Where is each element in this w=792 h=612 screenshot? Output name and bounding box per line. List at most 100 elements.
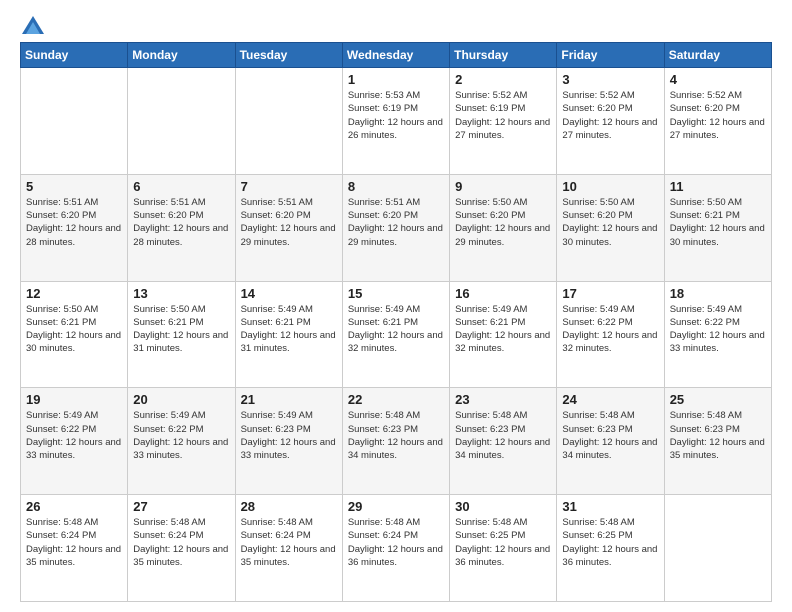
day-number: 22 [348,392,444,407]
day-info: Sunrise: 5:51 AM Sunset: 6:20 PM Dayligh… [26,196,122,249]
day-info: Sunrise: 5:48 AM Sunset: 6:24 PM Dayligh… [348,516,444,569]
calendar-week-2: 5 Sunrise: 5:51 AM Sunset: 6:20 PM Daylig… [21,174,772,281]
day-info: Sunrise: 5:48 AM Sunset: 6:24 PM Dayligh… [133,516,229,569]
weekday-header-saturday: Saturday [664,43,771,68]
calendar-cell [21,68,128,175]
day-info: Sunrise: 5:52 AM Sunset: 6:20 PM Dayligh… [562,89,658,142]
calendar-cell [664,495,771,602]
calendar-week-1: 1 Sunrise: 5:53 AM Sunset: 6:19 PM Daylig… [21,68,772,175]
day-info: Sunrise: 5:49 AM Sunset: 6:21 PM Dayligh… [241,303,337,356]
calendar-cell: 26 Sunrise: 5:48 AM Sunset: 6:24 PM Dayli… [21,495,128,602]
day-info: Sunrise: 5:50 AM Sunset: 6:21 PM Dayligh… [670,196,766,249]
calendar-cell: 27 Sunrise: 5:48 AM Sunset: 6:24 PM Dayli… [128,495,235,602]
day-info: Sunrise: 5:50 AM Sunset: 6:20 PM Dayligh… [455,196,551,249]
day-number: 2 [455,72,551,87]
day-number: 26 [26,499,122,514]
calendar-cell: 14 Sunrise: 5:49 AM Sunset: 6:21 PM Dayli… [235,281,342,388]
day-info: Sunrise: 5:49 AM Sunset: 6:22 PM Dayligh… [133,409,229,462]
calendar-table: SundayMondayTuesdayWednesdayThursdayFrid… [20,42,772,602]
day-number: 31 [562,499,658,514]
day-number: 23 [455,392,551,407]
calendar-cell: 18Sunrise: 5:49 AM Sunset: 6:22 PM Dayli… [664,281,771,388]
day-number: 1 [348,72,444,87]
calendar-cell: 17 Sunrise: 5:49 AM Sunset: 6:22 PM Dayli… [557,281,664,388]
calendar-header-row: SundayMondayTuesdayWednesdayThursdayFrid… [21,43,772,68]
day-info: Sunrise: 5:50 AM Sunset: 6:21 PM Dayligh… [26,303,122,356]
calendar-cell: 29 Sunrise: 5:48 AM Sunset: 6:24 PM Dayli… [342,495,449,602]
day-info: Sunrise: 5:49 AM Sunset: 6:22 PM Dayligh… [562,303,658,356]
day-number: 3 [562,72,658,87]
day-number: 4 [670,72,766,87]
day-number: 12 [26,286,122,301]
day-info: Sunrise: 5:51 AM Sunset: 6:20 PM Dayligh… [241,196,337,249]
day-info: Sunrise: 5:48 AM Sunset: 6:23 PM Dayligh… [670,409,766,462]
calendar-cell: 30Sunrise: 5:48 AM Sunset: 6:25 PM Dayli… [450,495,557,602]
calendar-cell: 1 Sunrise: 5:53 AM Sunset: 6:19 PM Daylig… [342,68,449,175]
logo-icon [22,16,44,34]
day-number: 28 [241,499,337,514]
day-info: Sunrise: 5:49 AM Sunset: 6:21 PM Dayligh… [348,303,444,356]
day-info: Sunrise: 5:51 AM Sunset: 6:20 PM Dayligh… [348,196,444,249]
calendar-week-5: 26 Sunrise: 5:48 AM Sunset: 6:24 PM Dayli… [21,495,772,602]
calendar-cell: 5 Sunrise: 5:51 AM Sunset: 6:20 PM Daylig… [21,174,128,281]
calendar-cell: 22 Sunrise: 5:48 AM Sunset: 6:23 PM Dayli… [342,388,449,495]
calendar-cell: 23Sunrise: 5:48 AM Sunset: 6:23 PM Dayli… [450,388,557,495]
calendar-cell: 24Sunrise: 5:48 AM Sunset: 6:23 PM Dayli… [557,388,664,495]
calendar-cell: 6 Sunrise: 5:51 AM Sunset: 6:20 PM Daylig… [128,174,235,281]
day-number: 9 [455,179,551,194]
weekday-header-wednesday: Wednesday [342,43,449,68]
calendar-cell: 7 Sunrise: 5:51 AM Sunset: 6:20 PM Daylig… [235,174,342,281]
calendar-cell: 13 Sunrise: 5:50 AM Sunset: 6:21 PM Dayli… [128,281,235,388]
day-number: 14 [241,286,337,301]
calendar-week-4: 19Sunrise: 5:49 AM Sunset: 6:22 PM Dayli… [21,388,772,495]
calendar-cell: 31 Sunrise: 5:48 AM Sunset: 6:25 PM Dayli… [557,495,664,602]
weekday-header-monday: Monday [128,43,235,68]
day-info: Sunrise: 5:48 AM Sunset: 6:25 PM Dayligh… [562,516,658,569]
day-number: 13 [133,286,229,301]
calendar-cell: 28Sunrise: 5:48 AM Sunset: 6:24 PM Dayli… [235,495,342,602]
logo [20,16,44,34]
weekday-header-sunday: Sunday [21,43,128,68]
calendar-week-3: 12 Sunrise: 5:50 AM Sunset: 6:21 PM Dayli… [21,281,772,388]
calendar-cell [235,68,342,175]
day-info: Sunrise: 5:49 AM Sunset: 6:21 PM Dayligh… [455,303,551,356]
day-number: 21 [241,392,337,407]
calendar-cell: 10 Sunrise: 5:50 AM Sunset: 6:20 PM Dayli… [557,174,664,281]
day-info: Sunrise: 5:52 AM Sunset: 6:20 PM Dayligh… [670,89,766,142]
day-number: 30 [455,499,551,514]
calendar-cell: 25 Sunrise: 5:48 AM Sunset: 6:23 PM Dayli… [664,388,771,495]
day-number: 27 [133,499,229,514]
calendar-cell: 4 Sunrise: 5:52 AM Sunset: 6:20 PM Daylig… [664,68,771,175]
calendar-cell: 2 Sunrise: 5:52 AM Sunset: 6:19 PM Daylig… [450,68,557,175]
calendar-cell: 11 Sunrise: 5:50 AM Sunset: 6:21 PM Dayli… [664,174,771,281]
day-number: 11 [670,179,766,194]
calendar-cell: 15 Sunrise: 5:49 AM Sunset: 6:21 PM Dayli… [342,281,449,388]
day-info: Sunrise: 5:51 AM Sunset: 6:20 PM Dayligh… [133,196,229,249]
day-info: Sunrise: 5:50 AM Sunset: 6:21 PM Dayligh… [133,303,229,356]
day-number: 15 [348,286,444,301]
day-number: 10 [562,179,658,194]
day-number: 5 [26,179,122,194]
day-number: 29 [348,499,444,514]
calendar-cell: 3 Sunrise: 5:52 AM Sunset: 6:20 PM Daylig… [557,68,664,175]
day-info: Sunrise: 5:52 AM Sunset: 6:19 PM Dayligh… [455,89,551,142]
day-number: 25 [670,392,766,407]
calendar-cell [128,68,235,175]
day-info: Sunrise: 5:48 AM Sunset: 6:24 PM Dayligh… [26,516,122,569]
day-info: Sunrise: 5:53 AM Sunset: 6:19 PM Dayligh… [348,89,444,142]
day-info: Sunrise: 5:48 AM Sunset: 6:23 PM Dayligh… [562,409,658,462]
day-number: 8 [348,179,444,194]
calendar-cell: 9 Sunrise: 5:50 AM Sunset: 6:20 PM Daylig… [450,174,557,281]
weekday-header-friday: Friday [557,43,664,68]
day-info: Sunrise: 5:48 AM Sunset: 6:23 PM Dayligh… [348,409,444,462]
calendar-cell: 16 Sunrise: 5:49 AM Sunset: 6:21 PM Dayli… [450,281,557,388]
day-number: 6 [133,179,229,194]
day-number: 7 [241,179,337,194]
calendar-cell: 8 Sunrise: 5:51 AM Sunset: 6:20 PM Daylig… [342,174,449,281]
day-number: 16 [455,286,551,301]
day-number: 17 [562,286,658,301]
page-header [20,16,772,34]
day-info: Sunrise: 5:50 AM Sunset: 6:20 PM Dayligh… [562,196,658,249]
day-number: 20 [133,392,229,407]
day-info: Sunrise: 5:49 AM Sunset: 6:22 PM Dayligh… [670,303,766,356]
